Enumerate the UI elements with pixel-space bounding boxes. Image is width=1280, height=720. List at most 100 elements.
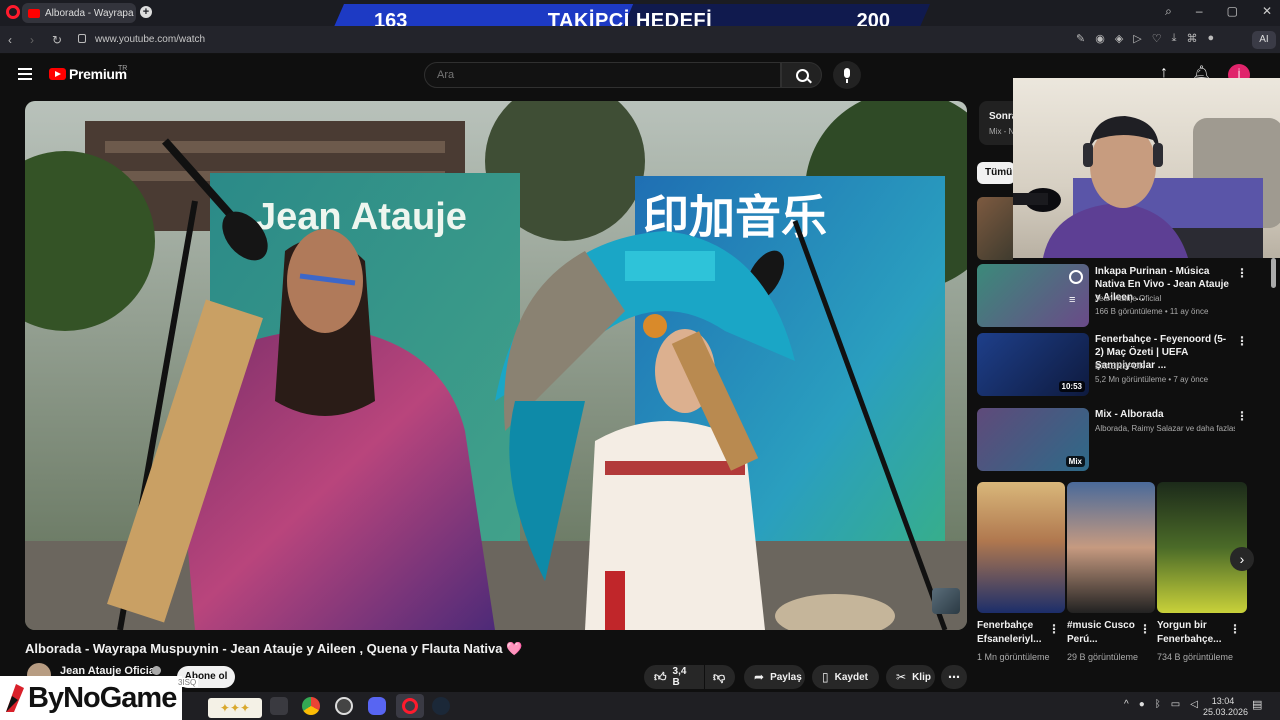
list-item-meta: 166 B görüntüleme • 11 ay önce (1095, 307, 1209, 316)
list-item-thumbnail[interactable]: Mix (977, 408, 1089, 471)
share-label: Paylaş (770, 671, 802, 683)
video-title: Alborada - Wayrapa Muspuynin - Jean Atau… (25, 641, 523, 656)
verified-icon (152, 666, 161, 675)
obs-icon[interactable] (335, 697, 353, 715)
short-title[interactable]: Fenerbahçe Efsaneleriyl... (977, 619, 1053, 647)
ai-button[interactable]: AI (1252, 31, 1276, 49)
list-item-thumbnail[interactable]: 10:53 (977, 333, 1089, 396)
clip-label: Klip (912, 671, 931, 683)
url-text[interactable]: www.youtube.com/watch (95, 34, 205, 45)
back-icon[interactable]: ‹ (8, 33, 12, 47)
forward-icon[interactable]: › (30, 33, 34, 47)
list-item-channel[interactable]: Jean Atauje Oficial (1095, 293, 1235, 305)
short-thumbnail[interactable] (1067, 482, 1155, 613)
tray-expand-icon[interactable]: ^ (1124, 699, 1129, 710)
overlay-tag: 3ISQ (176, 678, 199, 687)
share-button[interactable]: ➦ Paylaş (744, 665, 805, 689)
voice-search-button[interactable] (833, 61, 861, 89)
short-views: 734 B görüntüleme (1157, 652, 1234, 662)
more-vert-icon[interactable]: ⋮ (1229, 622, 1241, 636)
mix-badge: Mix (1065, 456, 1085, 467)
video-duration: 10:53 (1058, 381, 1085, 392)
list-item-channel[interactable]: EXXENSPOR (1095, 361, 1235, 373)
save-button[interactable]: ▯ Kaydet (812, 665, 879, 689)
miniplayer-thumbnail[interactable] (932, 588, 960, 614)
watch-later-icon[interactable] (1069, 270, 1083, 284)
discord-icon[interactable] (368, 697, 386, 715)
more-vert-icon[interactable]: ⋮ (1236, 409, 1248, 423)
more-vert-icon[interactable]: ⋮ (1236, 266, 1248, 280)
new-tab-button[interactable]: + (140, 6, 152, 18)
search-input[interactable] (424, 62, 781, 88)
profile-icon[interactable]: ● (1208, 32, 1215, 45)
opera-taskbar-icon (402, 698, 418, 714)
short-thumbnail[interactable] (1157, 482, 1247, 613)
list-item-meta: 5,2 Mn görüntüleme • 7 ay önce (1095, 375, 1209, 384)
more-vert-icon[interactable]: ⋮ (1048, 622, 1060, 636)
like-button[interactable]: 👍︎ 3,4 B (644, 665, 704, 689)
short-title[interactable]: Yorgun bir Fenerbahçe... (1157, 619, 1233, 647)
heart-icon[interactable]: ♡ (1152, 32, 1162, 45)
clock-date[interactable]: 25.03.2026 (1203, 707, 1248, 717)
shield-icon[interactable]: ◈ (1115, 32, 1123, 45)
thumbs-down-icon: 👎︎ (713, 669, 726, 684)
lock-icon[interactable] (78, 34, 86, 43)
dislike-button[interactable]: 👎︎ (705, 665, 735, 689)
maximize-icon[interactable]: ▢ (1227, 4, 1238, 19)
tray-volume-icon[interactable]: ◁ (1190, 699, 1198, 710)
clock-time[interactable]: 13:04 (1203, 696, 1243, 706)
short-views: 29 B görüntüleme (1067, 652, 1139, 662)
window-controls: ⌕ – ▢ ✕ (1165, 4, 1272, 19)
shorts-next-button[interactable]: › (1230, 547, 1254, 571)
banner-left-text: Jean Atauje (255, 196, 467, 238)
play-icon[interactable]: ▷ (1133, 32, 1141, 45)
video-frame: Jean Atauje 印加音乐 (25, 101, 967, 630)
save-label: Kaydet (834, 671, 868, 683)
short-views: 1 Mn görüntüleme (977, 652, 1050, 662)
webcam-frame (1013, 116, 1280, 258)
chip-all[interactable]: Tümü (977, 162, 1015, 184)
like-count: 3,4 B (672, 666, 687, 688)
puzzle-icon[interactable]: ⌘ (1187, 32, 1198, 45)
more-actions-button[interactable]: ⋯ (941, 665, 967, 689)
up-next-subtitle: Mix - N (989, 127, 1015, 136)
more-horizontal-icon: ⋯ (948, 670, 960, 684)
download-icon[interactable]: ⤓ (1172, 32, 1177, 45)
more-vert-icon[interactable]: ⋮ (1236, 334, 1248, 348)
video-player[interactable]: Jean Atauje 印加音乐 (25, 101, 967, 630)
close-window-icon[interactable]: ✕ (1262, 4, 1272, 19)
add-to-queue-icon[interactable]: ≡ (1069, 294, 1075, 306)
more-vert-icon[interactable]: ⋮ (1139, 622, 1151, 636)
steam-icon[interactable] (432, 697, 450, 715)
task-view-icon[interactable] (270, 697, 288, 715)
edit-icon[interactable]: ✎ (1076, 32, 1085, 45)
sponsor-name: ByNoGame (28, 682, 177, 714)
system-tray: ^ ● ᛒ ▭ ◁ (1124, 699, 1198, 710)
short-title[interactable]: #music Cusco Perú... (1067, 619, 1143, 647)
reload-icon[interactable]: ↻ (52, 33, 62, 47)
clip-button[interactable]: ✂ Klip (886, 665, 935, 689)
short-thumbnail[interactable] (977, 482, 1065, 613)
list-item-thumbnail[interactable] (977, 197, 1013, 260)
browser-tab[interactable]: Alborada - Wayrapa M × (22, 3, 136, 23)
list-item-channel: Alborada, Raimy Salazar ve daha fazlası (1095, 424, 1235, 433)
chrome-icon[interactable] (302, 697, 320, 715)
opera-taskbar-button[interactable] (396, 694, 424, 718)
youtube-logo-icon[interactable] (49, 68, 66, 80)
region-code: TR (118, 65, 128, 72)
tray-app-icon[interactable]: ● (1139, 699, 1145, 710)
menu-icon[interactable] (18, 68, 32, 80)
bynogame-logo-icon (6, 684, 24, 712)
list-item-thumbnail[interactable]: ≡ (977, 264, 1089, 327)
notifications-tray-icon[interactable]: ▤ (1252, 698, 1262, 711)
search-tabs-icon[interactable]: ⌕ (1165, 4, 1172, 19)
share-icon: ➦ (754, 670, 765, 684)
tray-network-icon[interactable]: ▭ (1171, 699, 1180, 710)
minimize-icon[interactable]: – (1196, 4, 1203, 19)
camera-icon[interactable]: ◉ (1095, 32, 1105, 45)
list-item-title[interactable]: Mix - Alborada (1095, 408, 1231, 421)
tray-bluetooth-icon[interactable]: ᛒ (1155, 699, 1161, 710)
opera-logo-icon[interactable] (6, 5, 20, 19)
search-button[interactable] (781, 62, 822, 88)
sidebar-scrollbar[interactable] (1271, 258, 1276, 288)
